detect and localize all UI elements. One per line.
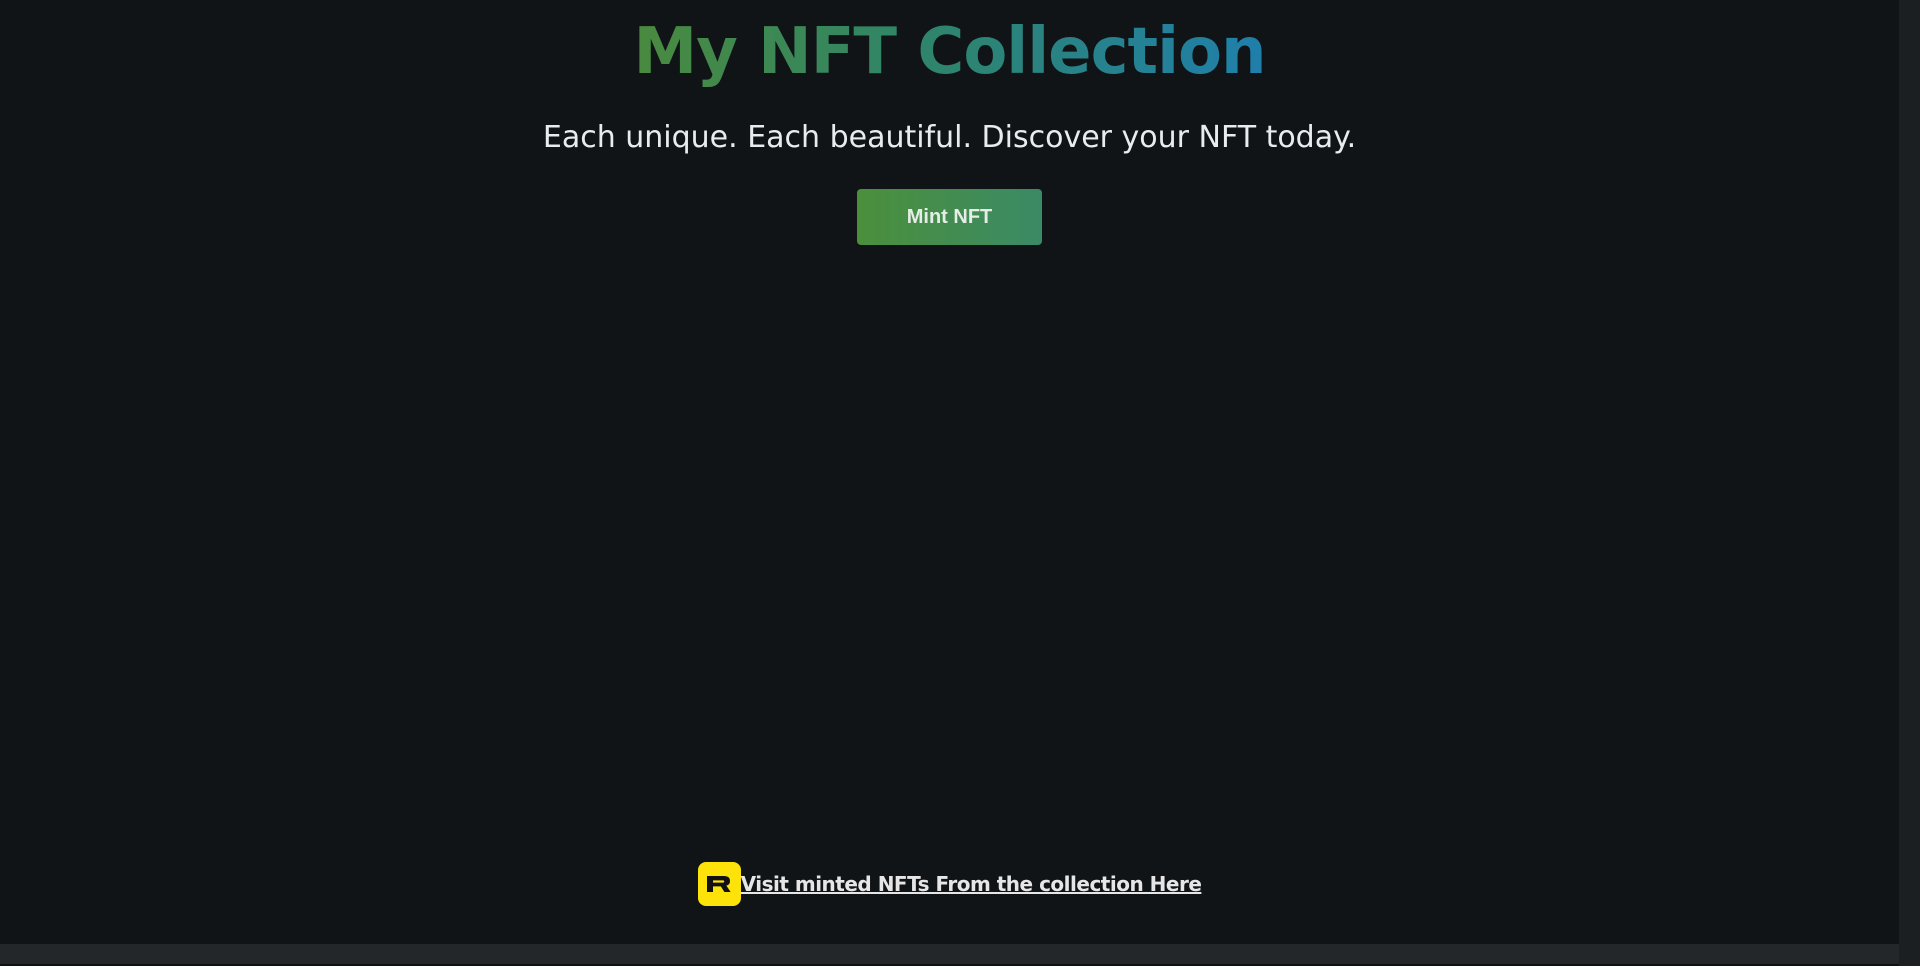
scrollbar-corner	[1899, 944, 1920, 966]
page-subtitle: Each unique. Each beautiful. Discover yo…	[542, 120, 1357, 155]
rarible-logo-glyph	[707, 876, 731, 892]
page-viewport: My NFT Collection Each unique. Each beau…	[0, 0, 1899, 944]
horizontal-scrollbar[interactable]	[0, 944, 1899, 964]
rarible-logo-icon	[697, 862, 741, 906]
page-title: My NFT Collection	[0, 10, 1899, 94]
visit-collection-link-text: Visit minted NFTs From the collection He…	[740, 872, 1202, 896]
vertical-scrollbar[interactable]	[1899, 0, 1920, 966]
page-title-text: My NFT Collection	[633, 15, 1266, 89]
visit-collection-link[interactable]: Visit minted NFTs From the collection He…	[0, 862, 1899, 906]
mint-nft-button[interactable]: Mint NFT	[857, 189, 1042, 245]
